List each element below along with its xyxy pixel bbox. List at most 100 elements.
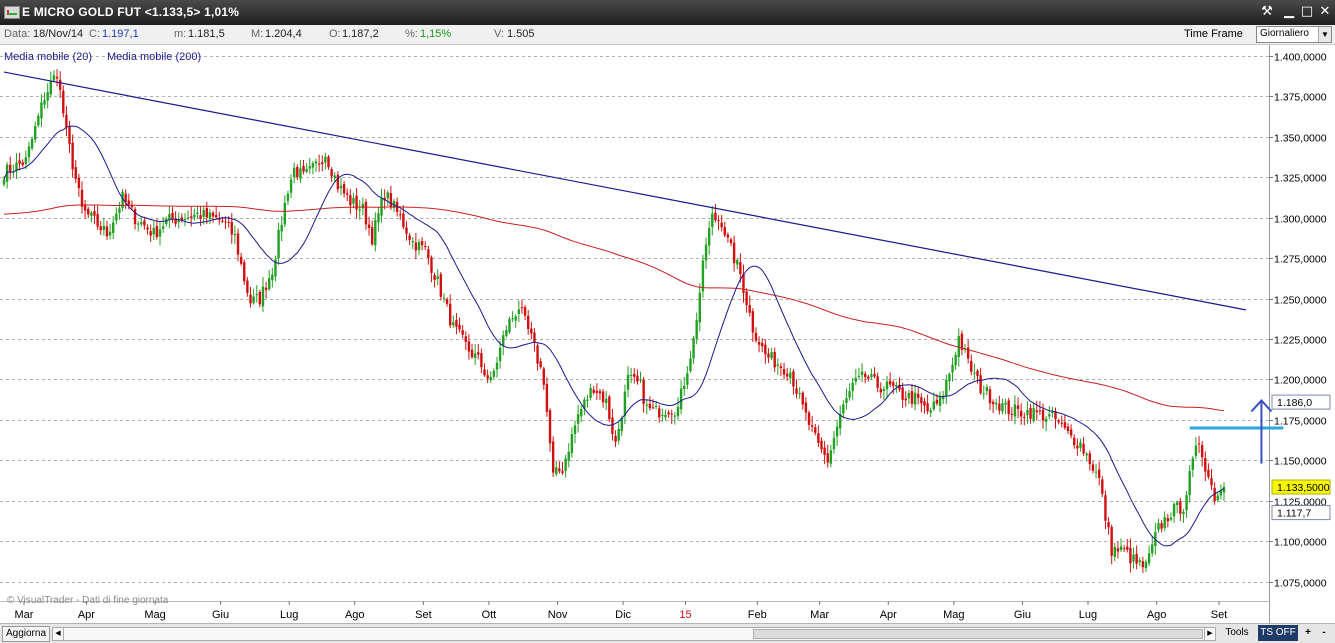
candle-body xyxy=(1023,416,1026,418)
candle-body xyxy=(564,458,567,471)
candle-body xyxy=(324,156,327,163)
candle-body xyxy=(520,307,524,309)
close-button[interactable]: ✕ xyxy=(1317,4,1333,20)
hammer-tools-icon[interactable]: ⚒ xyxy=(1259,4,1275,20)
candle-body xyxy=(717,220,720,222)
candle-body xyxy=(892,382,895,387)
candle-body xyxy=(1004,402,1007,405)
candle-body xyxy=(87,208,90,215)
candle-body xyxy=(118,208,121,214)
maximize-button[interactable]: □ xyxy=(1299,4,1315,20)
candle-body xyxy=(1126,546,1129,550)
candle-body xyxy=(514,316,517,321)
candle-body xyxy=(486,375,489,379)
candle-body xyxy=(186,217,190,219)
candle-body xyxy=(112,222,115,233)
candle-body xyxy=(561,471,564,473)
dropdown-arrow-icon[interactable]: ▼ xyxy=(1318,27,1331,42)
minimize-button[interactable]: ▁ xyxy=(1281,4,1297,20)
candle-body xyxy=(629,375,633,377)
candle-body xyxy=(1029,408,1032,419)
candle-body xyxy=(926,403,929,412)
candle-body xyxy=(286,193,290,201)
candle-body xyxy=(526,315,530,329)
legend-ma200: Media mobile (200) xyxy=(107,51,201,63)
candle-body xyxy=(458,324,461,330)
candle-body xyxy=(214,215,218,218)
x-tick-label: Mag xyxy=(943,609,964,621)
candle-body xyxy=(707,228,711,246)
candle-body xyxy=(1169,517,1173,520)
candle-body xyxy=(611,417,614,434)
candle-body xyxy=(801,392,804,405)
candle-body xyxy=(445,299,449,304)
chart-svg[interactable]: 1.400,0000 1.375,0000 1.350,0000 1.325,0000… xyxy=(0,45,1335,623)
candle-body xyxy=(633,373,636,377)
candle-body xyxy=(495,362,499,370)
candle-body xyxy=(854,377,858,382)
candle-body xyxy=(764,344,767,355)
candle-body xyxy=(498,347,502,362)
time-frame-value: Giornaliero xyxy=(1260,28,1309,39)
candle-body xyxy=(305,168,308,172)
trendline[interactable] xyxy=(3,71,1246,311)
candle-body xyxy=(483,369,486,376)
candle-body xyxy=(1151,544,1154,554)
candle-body xyxy=(477,352,480,355)
candle-body xyxy=(211,212,215,217)
candle-body xyxy=(1166,518,1170,522)
x-tick-label: Lug xyxy=(1079,609,1097,621)
candle-body xyxy=(1107,522,1110,528)
candle-body xyxy=(770,352,773,359)
zoom-in-button[interactable]: + xyxy=(1302,626,1314,640)
candle-body xyxy=(77,177,81,189)
candle-body xyxy=(505,330,508,336)
candle-body xyxy=(152,227,155,235)
candle-body xyxy=(608,396,611,420)
scroll-left-icon[interactable]: ◀ xyxy=(53,628,64,640)
candle-body xyxy=(935,399,939,404)
candle-body xyxy=(277,229,280,259)
candle-body xyxy=(580,409,583,417)
candle-body xyxy=(1141,561,1145,568)
aggiorna-button[interactable]: Aggiorna xyxy=(2,626,50,642)
candle-body xyxy=(18,160,21,164)
candle-body xyxy=(651,407,655,409)
candle-body xyxy=(785,373,789,377)
candle-body xyxy=(1182,511,1185,514)
y-tick-label: 1.300,0000 xyxy=(1274,214,1327,226)
candle-body xyxy=(988,389,992,404)
candle-body xyxy=(140,222,143,225)
zoom-out-button[interactable]: - xyxy=(1318,626,1330,640)
candle-body xyxy=(268,278,271,290)
candle-body xyxy=(470,349,474,358)
ts-off-button[interactable]: TS OFF xyxy=(1258,625,1298,641)
candle-body xyxy=(155,226,159,238)
candle-body xyxy=(424,245,427,247)
watermark: © VisualTrader - Dati di fine giornata xyxy=(7,595,169,606)
candle-body xyxy=(46,92,49,101)
candle-body xyxy=(720,222,723,228)
candle-body xyxy=(74,167,77,179)
candle-body xyxy=(661,414,664,416)
candle-body xyxy=(271,274,274,280)
price-chart[interactable]: 1.400,0000 1.375,0000 1.350,0000 1.325,0000… xyxy=(0,45,1335,623)
scroll-thumb[interactable] xyxy=(753,629,1203,639)
y-tick-label: 1.275,0000 xyxy=(1274,254,1327,266)
tools-button[interactable]: Tools xyxy=(1218,626,1256,640)
time-scrollbar[interactable]: ◀ ▶ xyxy=(52,627,1216,641)
time-frame-select[interactable]: Giornaliero ▼ xyxy=(1256,26,1332,43)
candle-body xyxy=(408,235,411,241)
candle-body xyxy=(452,322,455,326)
x-tick-label: Lug xyxy=(280,609,298,621)
x-tick-label: Giu xyxy=(212,609,229,621)
y-tick-label: 1.100,0000 xyxy=(1274,537,1327,549)
scroll-right-icon[interactable]: ▶ xyxy=(1204,628,1215,640)
y-tick-label: 1.075,0000 xyxy=(1274,578,1327,590)
candle-body xyxy=(258,291,262,305)
candle-body xyxy=(882,389,886,391)
candle-body xyxy=(736,259,739,265)
candle-body xyxy=(767,353,770,358)
candle-body xyxy=(311,163,315,168)
candle-body xyxy=(1135,553,1138,564)
